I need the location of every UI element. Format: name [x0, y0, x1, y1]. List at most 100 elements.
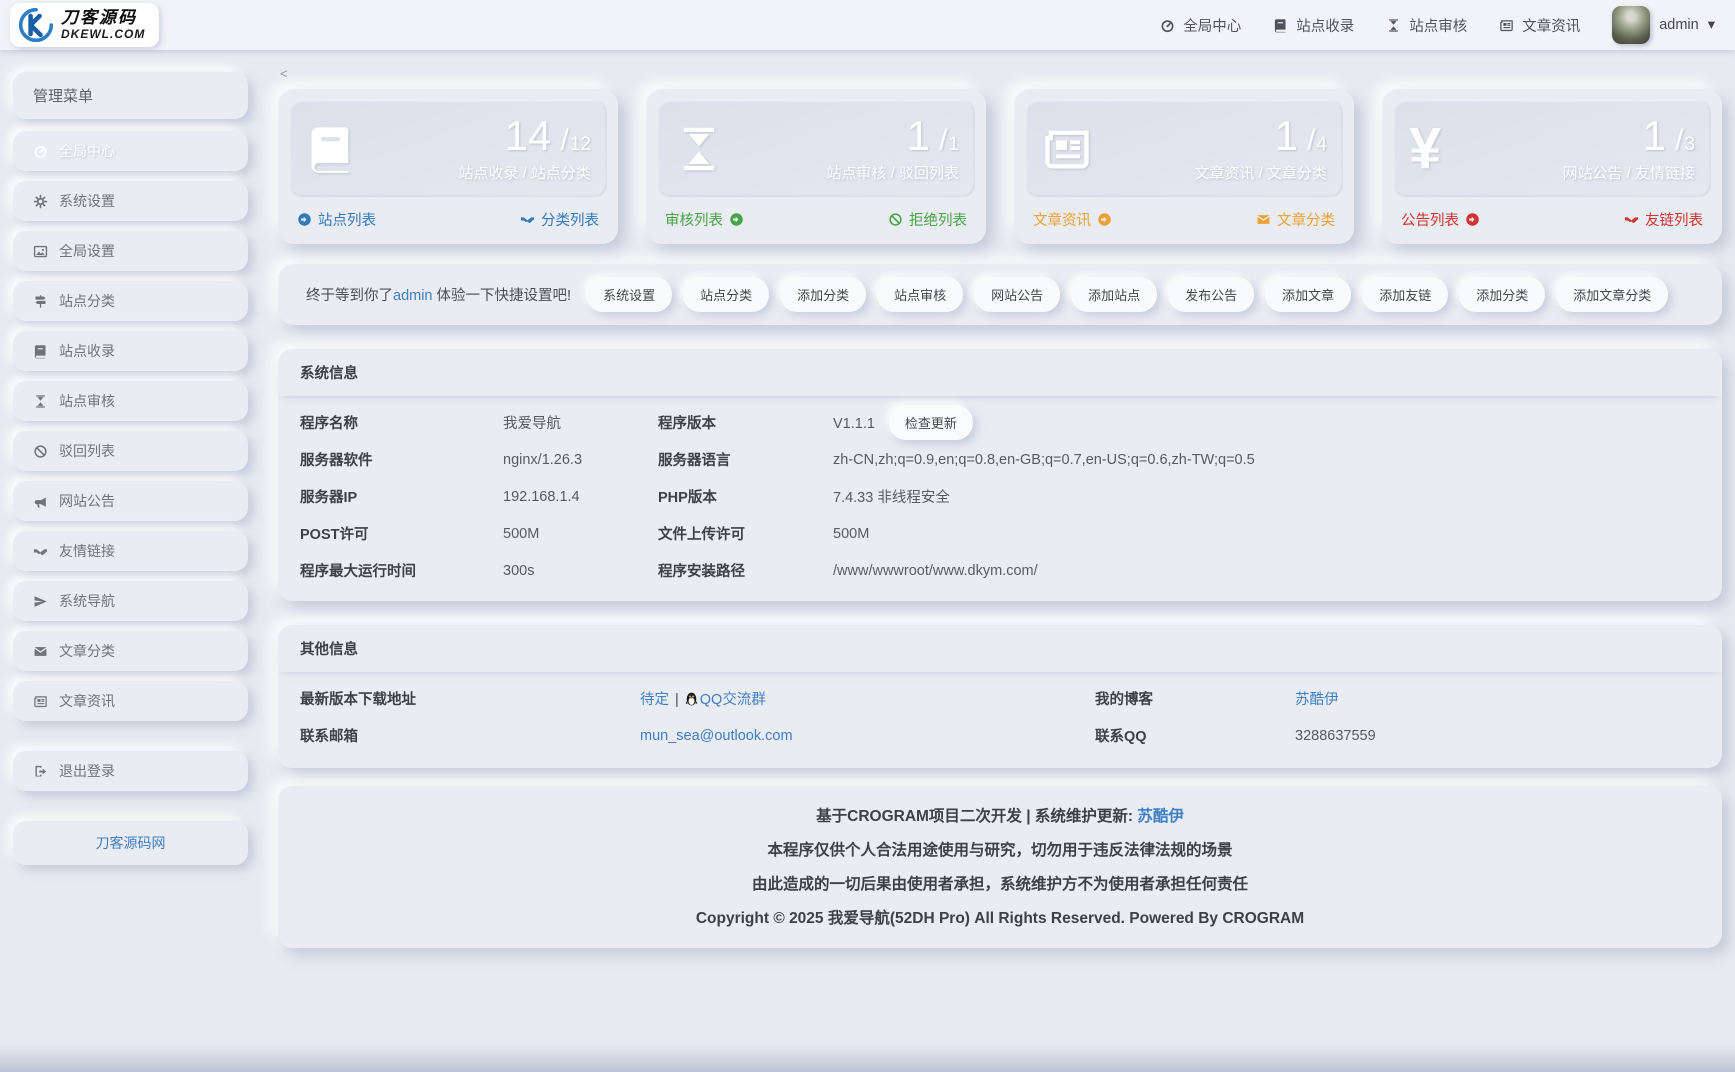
article-category-link[interactable]: 文章分类: [1256, 209, 1335, 230]
info-value: 192.168.1.4: [503, 489, 658, 505]
map-signs-icon: [33, 294, 48, 309]
sidebar-item-label: 退出登录: [59, 761, 115, 781]
nav-item-site-index[interactable]: 站点收录: [1273, 15, 1354, 36]
quick-button-add-friendlink[interactable]: 添加友链: [1362, 277, 1448, 312]
sidebar-item-article-category[interactable]: 文章分类: [13, 631, 248, 671]
sidebar-spacer: [13, 731, 248, 751]
contact-email-link[interactable]: mun_sea@outlook.com: [640, 728, 793, 744]
quick-button-site-announcement[interactable]: 网站公告: [974, 277, 1060, 312]
hourglass-icon: [33, 394, 48, 409]
other-info-title: 其他信息: [278, 625, 1722, 672]
sidebar-header: 管理菜单: [13, 72, 248, 119]
avatar[interactable]: [1612, 6, 1650, 44]
info-label: 我的博客: [1095, 688, 1295, 709]
quick-button-site-audit[interactable]: 站点审核: [877, 277, 963, 312]
sidebar-item-system-settings[interactable]: 系统设置: [13, 181, 248, 221]
stat-value: 1 / 1: [826, 115, 959, 157]
friendlink-list-link[interactable]: 友链列表: [1624, 209, 1703, 230]
info-label: 程序版本: [658, 412, 833, 433]
blog-link[interactable]: 苏酷伊: [1295, 692, 1339, 708]
info-value: 我爱导航: [503, 412, 658, 433]
other-info-panel: 其他信息 最新版本下载地址 待定|QQ交流群 我的博客 苏酷伊 联系邮箱 mun…: [278, 625, 1722, 768]
info-label: 服务器软件: [300, 449, 503, 470]
stat-card-announcements: ¥ 1 / 3 网站公告 / 友情链接 公告列表: [1382, 89, 1722, 244]
bullhorn-icon: [33, 494, 48, 509]
reject-list-link[interactable]: 拒绝列表: [888, 209, 967, 230]
sidebar-item-friend-links[interactable]: 友情链接: [13, 531, 248, 571]
sidebar-item-label: 站点审核: [59, 391, 115, 411]
sidebar-item-rejected-list[interactable]: 驳回列表: [13, 431, 248, 471]
nav-item-label: 站点收录: [1296, 15, 1354, 36]
qq-group-link[interactable]: QQ交流群: [700, 692, 766, 708]
stat-label: 站点收录 / 站点分类: [458, 162, 591, 183]
gear-icon: [33, 194, 48, 209]
sidebar-item-label: 友情链接: [59, 541, 115, 561]
quick-button-add-article[interactable]: 添加文章: [1265, 277, 1351, 312]
sidebar-item-site-index[interactable]: 站点收录: [13, 331, 248, 371]
nav-item-global-center[interactable]: 全局中心: [1160, 15, 1241, 36]
handshake-icon: [33, 544, 48, 559]
download-pending-link[interactable]: 待定: [640, 692, 669, 708]
sidebar-item-site-announcement[interactable]: 网站公告: [13, 481, 248, 521]
article-list-link[interactable]: 文章资讯: [1033, 209, 1112, 230]
quick-button-add-category[interactable]: 添加分类: [780, 277, 866, 312]
info-label: 联系QQ: [1095, 725, 1295, 746]
info-value: 300s: [503, 563, 658, 579]
stat-value: 1 / 3: [1562, 115, 1695, 157]
sidebar-item-site-category[interactable]: 站点分类: [13, 281, 248, 321]
nav-item-label: 全局中心: [1183, 15, 1241, 36]
info-value: /www/wwwroot/www.dkym.com/: [833, 563, 1700, 579]
hourglass-icon: [673, 123, 725, 175]
sidebar-item-articles[interactable]: 文章资讯: [13, 681, 248, 721]
stat-card-site-audit: 1 / 1 站点审核 / 驳回列表 审核列表 拒绝列表: [646, 89, 986, 244]
stat-label: 网站公告 / 友情链接: [1562, 162, 1695, 183]
info-label: 最新版本下载地址: [300, 688, 640, 709]
quick-button-system-settings[interactable]: 系统设置: [586, 277, 672, 312]
bottom-strip: [0, 1044, 1735, 1072]
footer-line-1: 基于CROGRAM项目二次开发 | 系统维护更新: 苏酷伊: [288, 804, 1712, 826]
quick-button-add-article-category[interactable]: 添加文章分类: [1556, 277, 1668, 312]
info-label: POST许可: [300, 523, 503, 544]
announcement-list-link[interactable]: 公告列表: [1401, 209, 1480, 230]
quick-button-add-site[interactable]: 添加站点: [1071, 277, 1157, 312]
maintainer-link[interactable]: 苏酷伊: [1137, 808, 1184, 825]
sidebar-item-label: 系统导航: [59, 591, 115, 611]
newspaper-icon: [1041, 123, 1093, 175]
stat-card-site-index: 14 / 12 站点收录 / 站点分类 站点列表 分类列表: [278, 89, 618, 244]
brand-name: 刀客源码: [61, 9, 145, 28]
quick-button-add-category-2[interactable]: 添加分类: [1459, 277, 1545, 312]
sidebar-item-site-audit[interactable]: 站点审核: [13, 381, 248, 421]
sidebar-item-label: 全局设置: [59, 241, 115, 261]
quick-button-site-category[interactable]: 站点分类: [683, 277, 769, 312]
info-label: 程序名称: [300, 412, 503, 433]
footer-line-2: 本程序仅供个人合法用途使用与研究，切勿用于违反法律法规的场景: [288, 838, 1712, 860]
sidebar-item-global-center[interactable]: 全局中心: [13, 131, 248, 171]
sidebar-item-global-settings[interactable]: 全局设置: [13, 231, 248, 271]
category-list-link[interactable]: 分类列表: [520, 209, 599, 230]
nav-item-articles[interactable]: 文章资讯: [1499, 15, 1580, 36]
nav-item-label: 站点审核: [1409, 15, 1467, 36]
table-row: 程序名称 我爱导航 程序版本 V1.1.1检查更新: [300, 404, 1700, 441]
system-info-panel: 系统信息 程序名称 我爱导航 程序版本 V1.1.1检查更新 服务器软件 ngi…: [278, 349, 1722, 601]
check-update-button[interactable]: 检查更新: [889, 405, 973, 440]
user-name: admin: [1659, 17, 1699, 33]
greeting-text: 终于等到你了admin 体验一下快捷设置吧!: [306, 284, 571, 305]
envelope-icon: [33, 644, 48, 659]
sidebar-collapse-toggle[interactable]: <: [280, 66, 294, 81]
sidebar-item-system-nav[interactable]: 系统导航: [13, 581, 248, 621]
sidebar-item-logout[interactable]: 退出登录: [13, 751, 248, 791]
brand-logo[interactable]: 刀客源码 DKEWL.COM: [10, 3, 159, 47]
table-row: 联系邮箱 mun_sea@outlook.com 联系QQ 3288637559: [300, 717, 1700, 754]
audit-list-link[interactable]: 审核列表: [665, 209, 744, 230]
nav-item-site-audit[interactable]: 站点审核: [1386, 15, 1467, 36]
stat-card-panel: 14 / 12 站点收录 / 站点分类: [289, 100, 607, 197]
sidebar-item-label: 站点收录: [59, 341, 115, 361]
paper-plane-icon: [33, 594, 48, 609]
user-menu[interactable]: admin ▾: [1612, 6, 1715, 44]
stat-label: 站点审核 / 驳回列表: [826, 162, 959, 183]
sidebar-footer-link[interactable]: 刀客源码网: [13, 821, 248, 865]
info-label: 程序安装路径: [658, 560, 833, 581]
site-list-link[interactable]: 站点列表: [297, 209, 376, 230]
greeting-username[interactable]: admin: [393, 288, 433, 304]
quick-button-publish-announcement[interactable]: 发布公告: [1168, 277, 1254, 312]
